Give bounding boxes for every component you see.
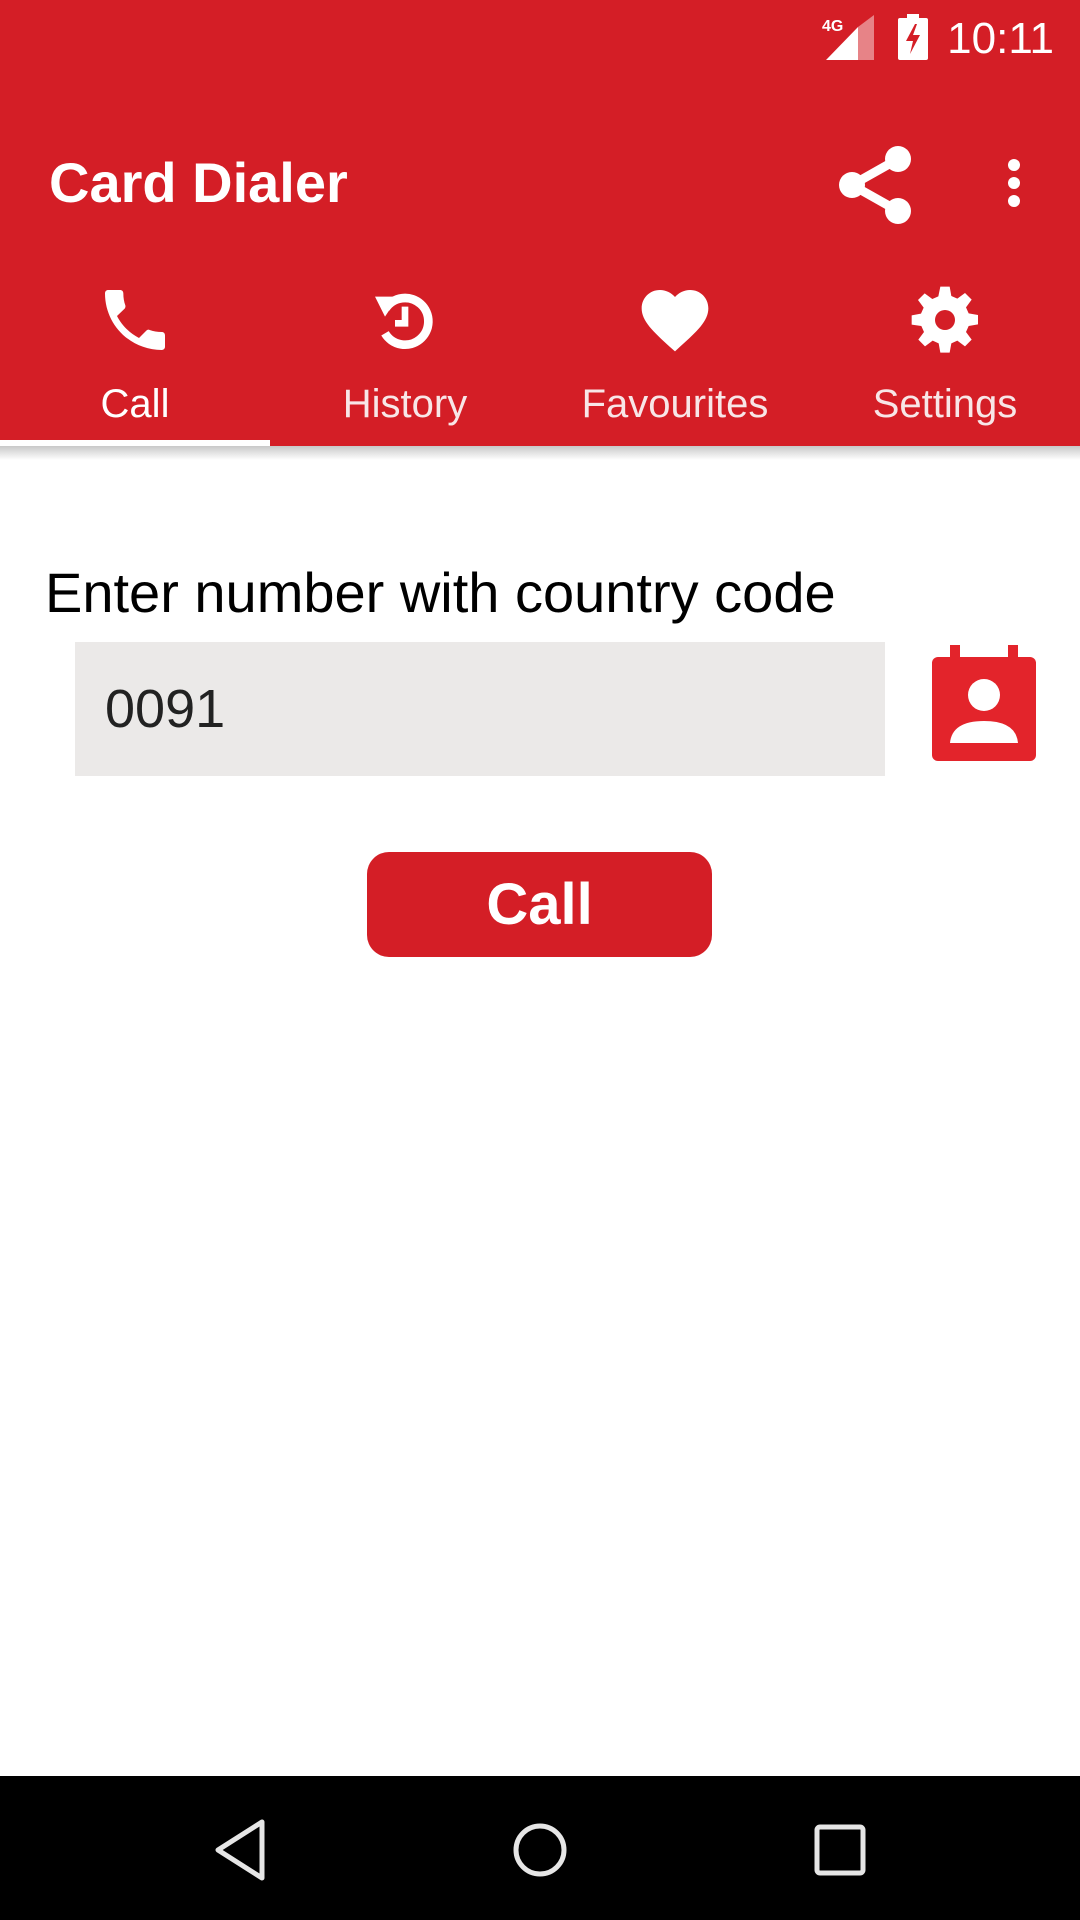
heart-icon	[641, 290, 709, 352]
tab-favourites[interactable]: Favourites	[540, 260, 810, 446]
tab-label: Call	[100, 382, 170, 426]
history-icon	[375, 293, 433, 350]
battery-charging-icon	[898, 14, 928, 60]
tab-settings[interactable]: Settings	[810, 260, 1080, 446]
contact-card-icon[interactable]	[932, 645, 1036, 761]
back-icon[interactable]	[210, 1818, 274, 1882]
tab-call[interactable]: Call	[0, 260, 270, 446]
tab-history[interactable]: History	[270, 260, 540, 446]
tab-label: Settings	[872, 382, 1018, 426]
number-prompt-label: Enter number with country code	[45, 561, 836, 624]
phone-icon	[105, 290, 165, 350]
gear-icon	[911, 286, 978, 353]
tab-bar: Call History Favourites Settings	[0, 260, 1080, 446]
status-bar: 4G 10:11	[0, 0, 1080, 75]
tab-label: History	[342, 382, 468, 426]
network-type: 4G	[822, 18, 843, 35]
app-bar-shadow	[0, 446, 1080, 460]
tab-label: Favourites	[581, 382, 769, 426]
call-button[interactable]: Call	[367, 852, 712, 957]
home-icon[interactable]	[508, 1818, 572, 1882]
phone-number-input[interactable]	[75, 642, 885, 776]
more-vert-icon[interactable]	[994, 155, 1034, 215]
recents-icon[interactable]	[808, 1818, 872, 1882]
share-icon[interactable]	[836, 145, 916, 225]
app-title: Card Dialer	[49, 151, 348, 214]
signal-icon: 4G	[822, 15, 874, 60]
navigation-bar	[0, 1776, 1080, 1920]
status-time: 10:11	[947, 14, 1054, 63]
